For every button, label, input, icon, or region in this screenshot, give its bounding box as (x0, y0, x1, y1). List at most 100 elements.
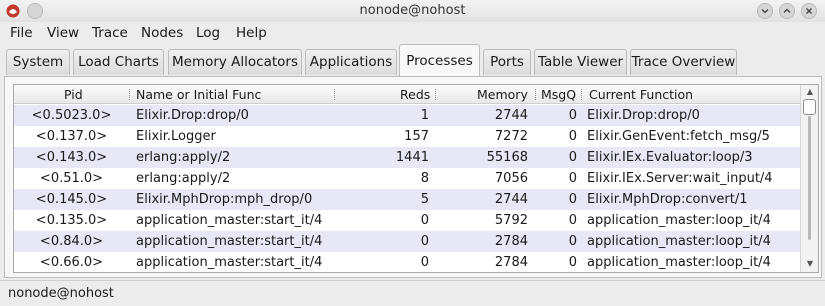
current-function-cell: application_master:loop_it/4 (587, 255, 771, 270)
msgq-cell: 0 (568, 213, 577, 228)
maximize-button[interactable] (779, 3, 795, 19)
memory-cell: 55168 (486, 150, 528, 165)
pid-cell: <0.51.0> (39, 171, 104, 186)
msgq-cell: 0 (568, 108, 577, 123)
minimize-button[interactable] (757, 3, 773, 19)
scroll-down-arrow-icon[interactable]: ▼ (804, 259, 816, 269)
pid-cell: <0.5023.0> (31, 108, 112, 123)
scroll-track[interactable] (808, 116, 811, 240)
column-separator[interactable] (129, 89, 130, 100)
menu-trace[interactable]: Trace (92, 25, 128, 41)
menu-nodes[interactable]: Nodes (141, 25, 183, 41)
table-header: Pid Name or Initial Func Reds Memory Msg… (14, 85, 800, 104)
reds-cell: 157 (404, 129, 429, 144)
name-cell: Elixir.Drop:drop/0 (136, 108, 249, 123)
reds-cell: 1 (420, 108, 429, 123)
reds-cell: 0 (420, 213, 429, 228)
msgq-cell: 0 (568, 129, 577, 144)
msgq-cell: 0 (568, 171, 577, 186)
current-function-cell: Elixir.IEx.Server:wait_input/4 (587, 171, 773, 186)
table-row[interactable]: <0.66.0> application_master:start_it/4 0 27… (14, 252, 800, 272)
name-cell: application_master:start_it/4 (136, 255, 323, 270)
column-header-name[interactable]: Name or Initial Func (136, 87, 261, 102)
menu-file[interactable]: File (10, 25, 33, 41)
table-row[interactable]: <0.145.0> Elixir.MphDrop:mph_drop/0 5 2744 0… (14, 189, 800, 210)
table-row[interactable]: <0.137.0> Elixir.Logger 157 7272 0 Elixir.Gen… (14, 126, 800, 147)
tab-system[interactable]: System (6, 49, 70, 75)
name-cell: application_master:start_it/4 (136, 234, 323, 249)
reds-cell: 5 (420, 192, 429, 207)
name-cell: Elixir.Logger (136, 129, 216, 144)
title-bar: nonode@nohost (0, 0, 825, 22)
chevron-down-icon (761, 9, 769, 14)
close-icon (806, 8, 812, 14)
column-header-memory[interactable]: Memory (477, 87, 528, 102)
column-header-pid[interactable]: Pid (64, 87, 83, 102)
tab-trace-overview[interactable]: Trace Overview (630, 49, 737, 75)
msgq-cell: 0 (568, 255, 577, 270)
tab-memory-allocators[interactable]: Memory Allocators (168, 49, 302, 75)
reds-cell: 0 (420, 234, 429, 249)
current-function-cell: Elixir.IEx.Evaluator:loop/3 (587, 150, 753, 165)
close-button[interactable] (801, 3, 817, 19)
window-title: nonode@nohost (359, 3, 466, 18)
column-header-msgq[interactable]: MsgQ (541, 87, 576, 102)
tab-bar: System Load Charts Memory Allocators App… (0, 44, 825, 76)
current-function-cell: Elixir.GenEvent:fetch_msg/5 (587, 129, 770, 144)
menu-help[interactable]: Help (236, 25, 267, 41)
current-function-cell: application_master:loop_it/4 (587, 213, 771, 228)
memory-cell: 2784 (494, 234, 528, 249)
scroll-up-arrow-icon[interactable]: ▲ (804, 87, 816, 97)
msgq-cell: 0 (568, 150, 577, 165)
name-cell: Elixir.MphDrop:mph_drop/0 (136, 192, 313, 207)
menu-log[interactable]: Log (196, 25, 220, 41)
pid-cell: <0.66.0> (39, 255, 104, 270)
name-cell: erlang:apply/2 (136, 150, 231, 165)
pid-cell: <0.84.0> (39, 234, 104, 249)
pid-cell: <0.137.0> (35, 129, 108, 144)
msgq-cell: 0 (568, 234, 577, 249)
memory-cell: 2744 (494, 108, 528, 123)
menu-view[interactable]: View (47, 25, 79, 41)
pid-cell: <0.135.0> (35, 213, 108, 228)
memory-cell: 7272 (494, 129, 528, 144)
scroll-thumb[interactable] (803, 99, 816, 115)
status-bar: nonode@nohost (0, 280, 825, 306)
table-row[interactable]: <0.51.0> erlang:apply/2 8 7056 0 Elixir.IEx.S… (14, 168, 800, 189)
column-separator[interactable] (535, 89, 536, 100)
table-row[interactable]: <0.143.0> erlang:apply/2 1441 55168 0 Elixir.… (14, 147, 800, 168)
process-table: Pid Name or Initial Func Reds Memory Msg… (13, 84, 819, 273)
column-header-current-function[interactable]: Current Function (589, 87, 693, 102)
name-cell: erlang:apply/2 (136, 171, 231, 186)
msgq-cell: 0 (568, 192, 577, 207)
column-separator[interactable] (435, 89, 436, 100)
vertical-scrollbar[interactable]: ▲ ▼ (800, 85, 818, 272)
reds-cell: 1441 (395, 150, 429, 165)
tab-applications[interactable]: Applications (305, 49, 397, 75)
memory-cell: 5792 (494, 213, 528, 228)
table-row[interactable]: <0.135.0> application_master:start_it/4 0 5… (14, 210, 800, 231)
tab-load-charts[interactable]: Load Charts (73, 49, 164, 75)
pid-cell: <0.145.0> (35, 192, 108, 207)
memory-cell: 2744 (494, 192, 528, 207)
tab-processes[interactable]: Processes (399, 44, 480, 76)
memory-cell: 2784 (494, 255, 528, 270)
column-separator[interactable] (581, 89, 582, 100)
processes-panel: Pid Name or Initial Func Reds Memory Msg… (4, 76, 822, 278)
pid-cell: <0.143.0> (35, 150, 108, 165)
column-header-reds[interactable]: Reds (400, 87, 430, 102)
tab-table-viewer[interactable]: Table Viewer (534, 49, 627, 75)
table-row[interactable]: <0.84.0> application_master:start_it/4 0 27… (14, 231, 800, 252)
name-cell: application_master:start_it/4 (136, 213, 323, 228)
current-function-cell: Elixir.MphDrop:convert/1 (587, 192, 748, 207)
table-row[interactable]: <0.5023.0> Elixir.Drop:drop/0 1 2744 0 Elixir… (14, 105, 800, 126)
tab-ports[interactable]: Ports (483, 49, 531, 75)
current-function-cell: Elixir.Drop:drop/0 (587, 108, 700, 123)
column-separator[interactable] (334, 89, 335, 100)
memory-cell: 7056 (494, 171, 528, 186)
reds-cell: 0 (420, 255, 429, 270)
menu-bar: File View Trace Nodes Log Help (0, 22, 825, 44)
current-function-cell: application_master:loop_it/4 (587, 234, 771, 249)
status-node-name: nonode@nohost (8, 286, 114, 301)
reds-cell: 8 (420, 171, 429, 186)
